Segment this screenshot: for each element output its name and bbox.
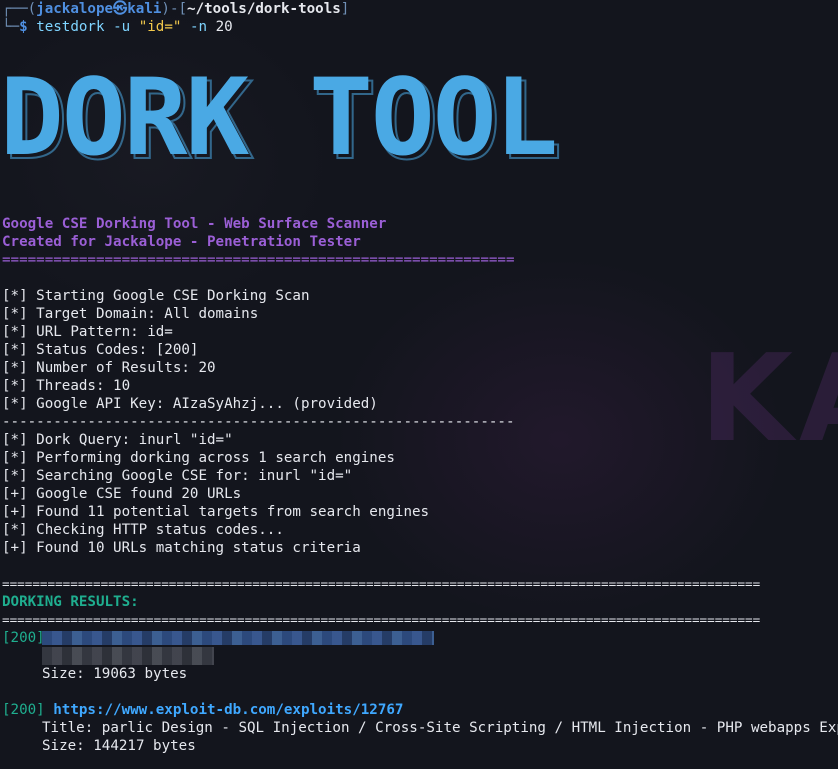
config-line: [*] Google API Key: AIzaSyAhzj... (provi… — [2, 396, 378, 412]
results-separator-bottom: ========================================… — [2, 612, 761, 627]
result-row: [200] https://www.exploit-db.com/exploit… — [2, 701, 403, 719]
header-separator: ========================================… — [2, 252, 515, 268]
banner-logo: DORK TOOL DORK TOOL — [0, 68, 563, 168]
progress-line: [+] Found 10 URLs matching status criter… — [2, 540, 361, 556]
prompt-path: ~/tools/dork-tools — [187, 1, 341, 17]
command-name: testdork — [36, 19, 105, 35]
banner-text: DORK TOOL — [0, 68, 556, 168]
progress-line: [+] Found 11 potential targets from sear… — [2, 504, 430, 520]
config-line: [*] URL Pattern: id= — [2, 324, 173, 340]
redacted-url — [42, 631, 434, 645]
results-heading: DORKING RESULTS: — [2, 594, 139, 610]
result-title: Title: parlic Design - SQL Injection / C… — [42, 720, 838, 736]
command-flag-n: -n — [189, 19, 208, 35]
prompt-bracket: )-[ — [161, 1, 188, 17]
progress-line: [*] Performing dorking across 1 search e… — [2, 450, 395, 466]
tool-created-by: Created for Jackalope - Penetration Test… — [2, 234, 361, 250]
result-size: Size: 19063 bytes — [42, 666, 188, 682]
config-line: [*] Starting Google CSE Dorking Scan — [2, 288, 310, 304]
ascii-banner: DORK TOOL DORK TOOL — [0, 68, 580, 168]
result-url-link[interactable]: https://www.exploit-db.com/exploits/1276… — [53, 702, 403, 718]
prompt-line: ┌──(jackalope㉿kali)-[~/tools/dork-tools] — [2, 0, 349, 18]
config-line: [*] Number of Results: 20 — [2, 360, 216, 376]
command-flag-u: -u — [113, 19, 131, 35]
command-line[interactable]: └─$ testdork -u "id=" -n 20 — [2, 18, 233, 36]
results-separator-top: ========================================… — [2, 576, 761, 591]
config-line: [*] Status Codes: [200] — [2, 342, 199, 358]
progress-line: [*] Checking HTTP status codes... — [2, 522, 284, 538]
result-status: [200] — [2, 702, 45, 718]
config-line: [*] Target Domain: All domains — [2, 306, 259, 322]
tool-subtitle: Google CSE Dorking Tool - Web Surface Sc… — [2, 216, 387, 232]
result-size: Size: 144217 bytes — [42, 738, 196, 754]
progress-line: [*] Dork Query: inurl "id=" — [2, 432, 233, 448]
config-line: [*] Threads: 10 — [2, 378, 131, 394]
config-separator: ----------------------------------------… — [2, 414, 515, 430]
prompt-corner-bottom: └─ — [2, 19, 20, 35]
progress-line: [+] Google CSE found 20 URLs — [2, 486, 242, 502]
kali-watermark: KA — [700, 330, 838, 469]
prompt-user-host: jackalope㉿kali — [36, 1, 162, 17]
command-arg-n: 20 — [215, 19, 233, 35]
prompt-corner: ┌──( — [2, 1, 37, 17]
progress-line: [*] Searching Google CSE for: inurl "id=… — [2, 468, 353, 484]
command-arg-u: "id=" — [138, 19, 182, 35]
result-status: [200] — [2, 630, 45, 646]
prompt-bracket-close: ] — [340, 1, 350, 17]
redacted-title — [42, 647, 214, 665]
prompt-dollar: $ — [19, 19, 28, 35]
